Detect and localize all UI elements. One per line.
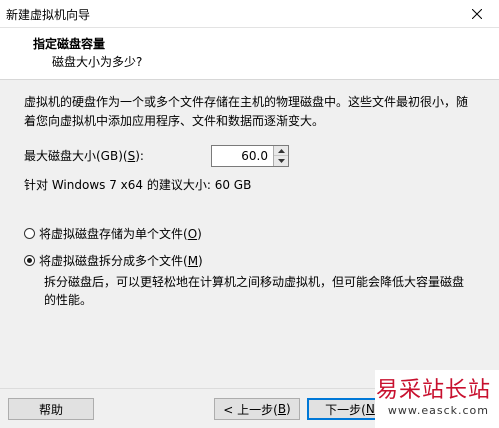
disk-size-spinbox[interactable]: 60.0 — [211, 145, 289, 167]
radio-single-file[interactable]: 将虚拟磁盘存储为单个文件(O) — [24, 225, 202, 242]
page-subtitle: 磁盘大小为多少? — [52, 55, 143, 69]
help-button[interactable]: 帮助 — [8, 398, 94, 420]
radio-button-unchecked[interactable] — [24, 228, 35, 239]
window-title: 新建虚拟机向导 — [6, 8, 91, 22]
watermark-url: www.easck.com — [387, 404, 489, 417]
spin-up-button[interactable] — [274, 146, 288, 156]
radio-split-files[interactable]: 将虚拟磁盘拆分成多个文件(M) — [24, 252, 203, 269]
back-button[interactable]: < 上一步(B) — [214, 398, 300, 420]
radio-button-checked[interactable] — [24, 255, 35, 266]
arrow-up-icon — [277, 148, 285, 153]
recommended-size-text: 针对 Windows 7 x64 的建议大小: 60 GB — [24, 178, 252, 192]
disk-size-label: 最大磁盘大小(GB)(S): — [24, 149, 144, 163]
split-note-text: 拆分磁盘后，可以更轻松地在计算机之间移动虚拟机，但可能会降低大容量磁盘的性能。 — [44, 275, 465, 307]
arrow-down-icon — [277, 159, 285, 163]
disk-size-value[interactable]: 60.0 — [241, 149, 268, 163]
watermark: 易采站长站 www.easck.com — [375, 370, 499, 428]
close-button[interactable] — [455, 0, 499, 28]
spin-down-button[interactable] — [274, 156, 288, 166]
radio-single-file-label: 将虚拟磁盘存储为单个文件(O) — [39, 227, 202, 241]
wizard-header: 指定磁盘容量 磁盘大小为多少? — [0, 28, 499, 80]
close-icon — [472, 9, 482, 19]
description-text: 虚拟机的硬盘作为一个或多个文件存储在主机的物理磁盘中。这些文件最初很小，随着您向… — [24, 95, 469, 128]
title-bar: 新建虚拟机向导 — [0, 0, 499, 28]
spinner-buttons — [273, 146, 288, 166]
page-title: 指定磁盘容量 — [33, 37, 106, 51]
watermark-title: 易采站长站 — [375, 378, 491, 403]
radio-split-files-label: 将虚拟磁盘拆分成多个文件(M) — [39, 254, 203, 268]
